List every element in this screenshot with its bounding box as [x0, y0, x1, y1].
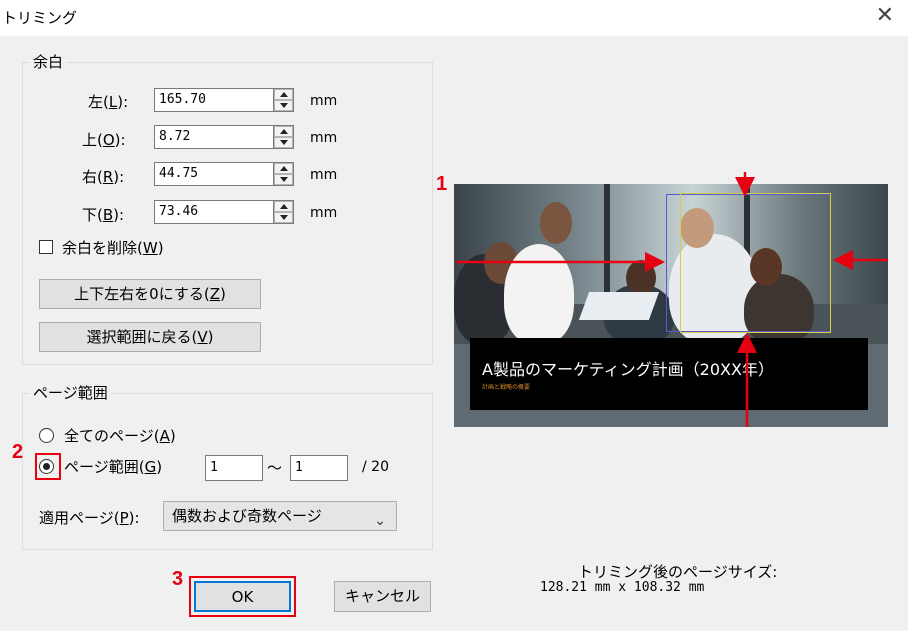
bottom-margin-spinner[interactable] — [274, 200, 294, 224]
bottom-margin-label: 下(B): — [82, 206, 125, 224]
page-range-label[interactable]: ページ範囲(G) — [64, 456, 162, 477]
cancel-button[interactable]: キャンセル — [334, 581, 431, 612]
spin-down-icon[interactable] — [274, 212, 293, 223]
crop-rectangle-secondary — [680, 193, 831, 333]
left-margin-unit: mm — [310, 93, 338, 109]
all-pages-label[interactable]: 全てのページ(A) — [64, 425, 176, 446]
title-bar: トリミング ✕ — [0, 0, 908, 36]
bottom-margin-input[interactable]: 73.46 — [154, 200, 274, 224]
reset-margins-button[interactable]: 上下左右を0にする(Z) — [39, 279, 261, 309]
trimmed-size-value: 128.21 mm x 108.32 mm — [540, 580, 705, 595]
right-margin-unit: mm — [310, 167, 338, 183]
preview-paper — [578, 292, 660, 320]
page-to-input[interactable]: 1 — [290, 455, 348, 481]
all-pages-radio[interactable] — [39, 428, 54, 443]
spin-up-icon[interactable] — [274, 89, 293, 100]
range-tilde: 〜 — [267, 459, 283, 477]
person-head — [626, 260, 656, 296]
left-margin-label: 左(L): — [88, 93, 129, 111]
right-margin-label: 右(R): — [82, 168, 125, 186]
spin-down-icon[interactable] — [274, 137, 293, 148]
left-margin-input[interactable]: 165.70 — [154, 88, 274, 112]
step-1-label: 1 — [436, 173, 448, 195]
dialog-title: トリミング — [2, 9, 78, 27]
right-margin-input[interactable]: 44.75 — [154, 162, 274, 186]
page-preview[interactable]: A製品のマーケティング計画（20XX年） 計画と戦略の概要 — [454, 184, 888, 427]
spin-down-icon[interactable] — [274, 100, 293, 111]
step-2-label: 2 — [12, 441, 24, 463]
right-margin-spinner[interactable] — [274, 162, 294, 186]
spin-up-icon[interactable] — [274, 201, 293, 212]
trimmed-size-label: トリミング後のページサイズ: — [578, 563, 778, 581]
spin-up-icon[interactable] — [274, 126, 293, 137]
margins-group-label: 余白 — [30, 51, 67, 72]
preview-caption-box: A製品のマーケティング計画（20XX年） 計画と戦略の概要 — [470, 338, 868, 410]
person-figure — [504, 244, 574, 344]
page-range-group-label: ページ範囲 — [30, 382, 111, 403]
top-margin-unit: mm — [310, 130, 338, 146]
step-3-label: 3 — [172, 568, 184, 590]
apply-pages-select[interactable]: 偶数および奇数ページ ⌄ — [163, 501, 397, 531]
top-margin-spinner[interactable] — [274, 125, 294, 149]
remove-margin-label[interactable]: 余白を削除(W) — [62, 237, 164, 258]
top-margin-label: 上(O): — [82, 131, 126, 149]
restore-selection-button[interactable]: 選択範囲に戻る(V) — [39, 322, 261, 352]
left-margin-spinner[interactable] — [274, 88, 294, 112]
apply-pages-label: 適用ページ(P): — [39, 509, 140, 527]
spin-down-icon[interactable] — [274, 174, 293, 185]
page-total: / 20 — [362, 459, 389, 475]
preview-caption-title: A製品のマーケティング計画（20XX年） — [482, 360, 774, 379]
chevron-down-icon: ⌄ — [374, 513, 386, 529]
person-head — [540, 202, 572, 244]
close-icon[interactable]: ✕ — [876, 3, 894, 28]
page-from-input[interactable]: 1 — [205, 455, 263, 481]
page-range-radio-highlight — [35, 453, 61, 480]
spin-up-icon[interactable] — [274, 163, 293, 174]
remove-margin-checkbox[interactable] — [39, 240, 53, 254]
top-margin-input[interactable]: 8.72 — [154, 125, 274, 149]
preview-caption-subtitle: 計画と戦略の概要 — [482, 384, 531, 391]
ok-button[interactable]: OK — [194, 581, 291, 612]
bottom-margin-unit: mm — [310, 205, 338, 221]
